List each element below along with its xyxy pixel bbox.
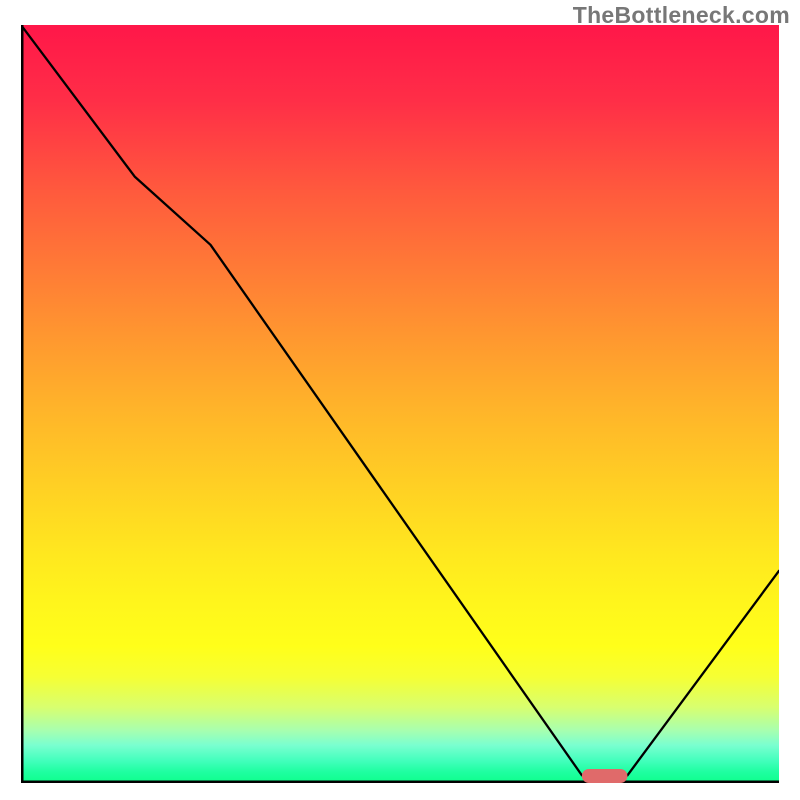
chart-axes — [22, 25, 779, 782]
chart-overlay-svg — [21, 25, 779, 783]
chart-plot-area — [21, 25, 779, 783]
optimal-range-marker — [582, 769, 628, 783]
bottleneck-curve — [21, 25, 779, 775]
